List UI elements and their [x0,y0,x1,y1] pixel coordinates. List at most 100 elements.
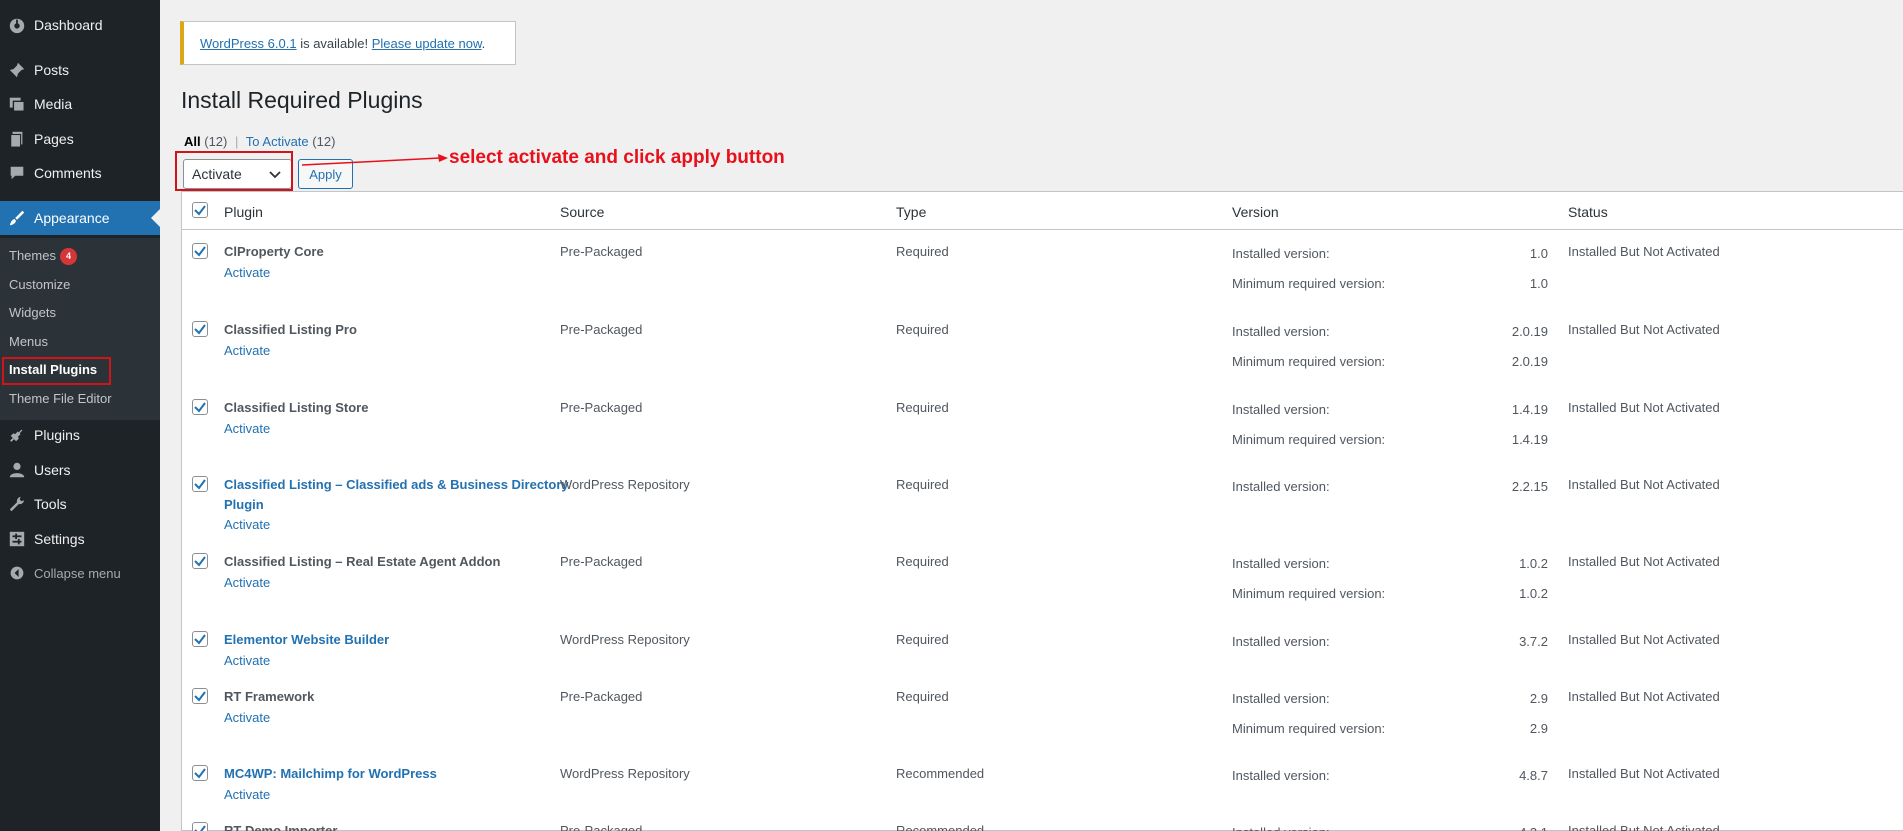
activate-link[interactable]: Activate [224,787,270,802]
menu-settings[interactable]: Settings [0,522,160,556]
highlight-install-plugins [2,357,111,385]
row-checkbox[interactable] [192,243,208,259]
menu-users[interactable]: Users [0,453,160,487]
submenu-customize[interactable]: Customize [9,277,70,292]
installed-version-value: 3.7.2 [1519,634,1548,649]
menu-appearance[interactable]: Appearance [0,201,160,235]
row-checkbox[interactable] [192,553,208,569]
submenu-theme-file-editor[interactable]: Theme File Editor [9,391,112,406]
wordpress-version-link[interactable]: WordPress 6.0.1 [200,36,297,51]
user-icon [0,461,34,479]
plugin-status: Installed But Not Activated [1568,400,1720,415]
plugin-status: Installed But Not Activated [1568,766,1720,781]
menu-posts[interactable]: Posts [0,53,160,87]
plugin-name[interactable]: Classified Listing – Classified ads & Bu… [224,477,569,492]
activate-link[interactable]: Activate [224,710,270,725]
minimum-version-label: Minimum required version: [1232,586,1386,601]
select-all-checkbox[interactable] [192,202,208,218]
submenu-widgets[interactable]: Widgets [9,305,56,320]
submenu-menus[interactable]: Menus [9,334,48,349]
active-menu-arrow [151,209,160,227]
plugins-table: Plugin Source Type Version Status ClProp… [181,191,1903,831]
comment-icon [0,164,34,182]
submenu-themes[interactable]: Themes 4 [9,248,77,266]
installed-version-label: Installed version: [1232,634,1330,649]
menu-comments[interactable]: Comments [0,156,160,190]
dashboard-icon [0,16,34,34]
plugin-name: ClProperty Core [224,244,324,259]
column-header-type[interactable]: Type [896,204,926,220]
filter-all[interactable]: All [184,134,201,149]
menu-plugins[interactable]: Plugins [0,418,160,452]
update-notice: WordPress 6.0.1 is available! Please upd… [180,21,516,65]
row-checkbox[interactable] [192,765,208,781]
column-header-version[interactable]: Version [1232,204,1279,220]
brush-icon [0,209,34,227]
menu-pages[interactable]: Pages [0,122,160,156]
collapse-menu[interactable]: Collapse menu [0,556,160,590]
row-checkbox[interactable] [192,399,208,415]
installed-version-value: 2.0.19 [1511,324,1548,339]
plugin-status: Installed But Not Activated [1568,244,1720,259]
plugin-name: RT Demo Importer [224,823,338,831]
row-checkbox[interactable] [192,321,208,337]
plugin-source: WordPress Repository [560,477,690,492]
installed-version-value: 4.3.1 [1488,825,1548,831]
row-checkbox[interactable] [192,822,208,831]
plugin-name[interactable]: Elementor Website Builder [224,632,389,647]
plugin-source: Pre-Packaged [560,400,643,415]
row-checkbox[interactable] [192,476,208,492]
row-checkbox[interactable] [192,631,208,647]
activate-link[interactable]: Activate [224,343,270,358]
installed-version-label: Installed version: [1232,246,1330,261]
filter-to-activate-count: (12) [312,134,336,149]
notice-text: is available! [296,35,372,51]
installed-version-value: 1.0 [1529,246,1548,261]
highlight-bulk-select [175,151,293,191]
menu-media[interactable]: Media [0,87,160,121]
column-header-status[interactable]: Status [1568,204,1608,220]
installed-version-value: 2.9 [1529,691,1548,706]
minimum-version-value: 1.0.2 [1519,586,1548,601]
plugin-status: Installed But Not Activated [1568,554,1720,569]
status-filters: All (12) | To Activate (12) [184,134,336,149]
plugin-source: Pre-Packaged [560,244,643,259]
collapse-icon [0,565,34,581]
minimum-version-label: Minimum required version: [1232,276,1386,291]
filter-to-activate[interactable]: To Activate [246,134,309,149]
plugin-name[interactable]: MC4WP: Mailchimp for WordPress [224,766,437,781]
minimum-version-value: 1.4.19 [1511,432,1548,447]
activate-link[interactable]: Activate [224,265,270,280]
plugin-type: Required [896,322,949,337]
row-checkbox[interactable] [192,688,208,704]
column-header-plugin[interactable]: Plugin [224,204,263,220]
plugin-name-line2[interactable]: Plugin [224,497,264,512]
plugin-type: Required [896,632,949,647]
plugin-type: Required [896,477,949,492]
plugin-type: Recommended [896,823,985,831]
header-divider [182,229,1903,230]
plug-icon [0,426,34,444]
plugin-type: Required [896,554,949,569]
update-now-link[interactable]: Please update now [372,36,482,51]
installed-version-value: 1.4.19 [1511,402,1548,417]
plugin-source: Pre-Packaged [560,689,643,704]
plugin-source: Pre-Packaged [560,554,643,569]
plugin-status: Installed But Not Activated [1568,689,1720,704]
activate-link[interactable]: Activate [224,653,270,668]
plugin-source: WordPress Repository [560,766,690,781]
appearance-submenu: Themes 4 Customize Widgets Menus Install … [0,238,160,420]
activate-link[interactable]: Activate [224,517,270,532]
column-header-source[interactable]: Source [560,204,604,220]
plugin-source: Pre-Packaged [560,322,643,337]
menu-dashboard[interactable]: Dashboard [0,8,160,42]
installed-version-value: 2.2.15 [1511,479,1548,494]
plugin-name: Classified Listing – Real Estate Agent A… [224,554,501,569]
annotation-text: select activate and click apply button [449,147,785,168]
activate-link[interactable]: Activate [224,421,270,436]
activate-link[interactable]: Activate [224,575,270,590]
installed-version-label: Installed version: [1232,768,1330,783]
media-icon [0,95,34,113]
plugin-type: Required [896,400,949,415]
menu-tools[interactable]: Tools [0,487,160,521]
